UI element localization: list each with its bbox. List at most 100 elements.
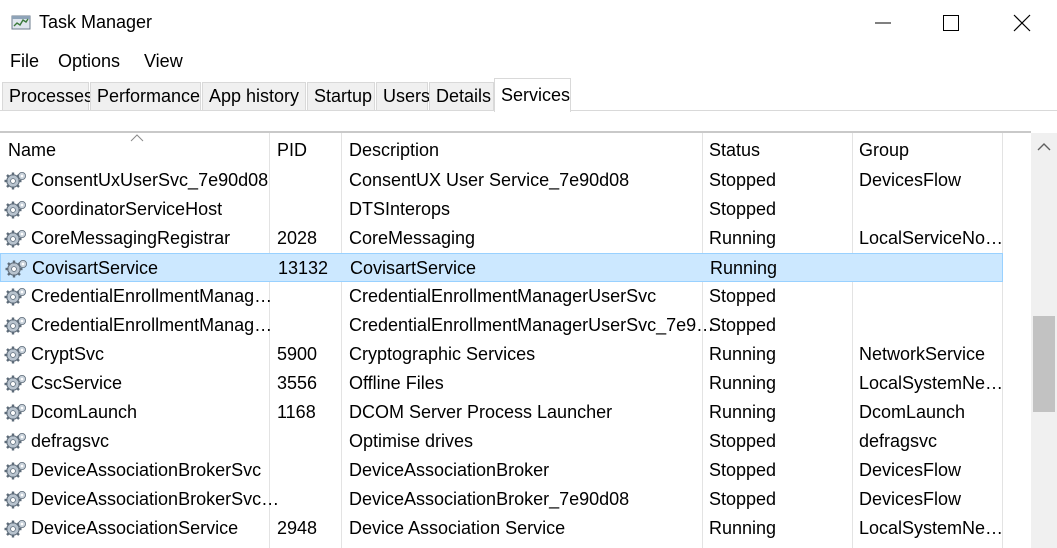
- scroll-up-icon[interactable]: [1037, 142, 1051, 152]
- service-gear-icon: [5, 257, 29, 279]
- service-gear-icon: [4, 517, 28, 539]
- service-status: Stopped: [709, 460, 777, 480]
- service-gear-icon: [4, 227, 28, 249]
- service-status: Stopped: [709, 489, 777, 509]
- service-row[interactable]: CoreMessagingRegistrar 2028 CoreMessaging R…: [0, 224, 1003, 253]
- service-name: DeviceAssociationService: [31, 518, 239, 538]
- column-header-description[interactable]: Description: [349, 140, 439, 161]
- minimize-button[interactable]: [848, 0, 918, 45]
- service-row[interactable]: CoordinatorServiceHost DTSInterops Stopped: [0, 195, 1003, 224]
- column-header-name[interactable]: Name: [8, 140, 56, 161]
- service-gear-icon: [4, 401, 28, 423]
- service-status: Stopped: [709, 315, 777, 335]
- service-status: Stopped: [709, 199, 777, 219]
- tab-details[interactable]: Details: [429, 82, 494, 110]
- tab-performance[interactable]: Performance: [90, 82, 201, 110]
- minimize-icon: [875, 22, 891, 24]
- column-header-status[interactable]: Status: [709, 140, 760, 161]
- service-name: CovisartService: [32, 258, 159, 278]
- service-row[interactable]: CredentialEnrollmentManag… CredentialEnro…: [0, 311, 1003, 340]
- service-status: Running: [709, 518, 777, 538]
- service-name: CscService: [31, 373, 123, 393]
- service-name: DeviceAssociationBrokerSvc…: [31, 489, 280, 509]
- service-group: LocalServiceNo…: [859, 228, 1004, 248]
- service-status: Running: [709, 344, 777, 364]
- service-pid: 1168: [277, 402, 316, 422]
- service-status: Running: [710, 258, 778, 278]
- service-group: DevicesFlow: [859, 170, 962, 190]
- maximize-icon: [943, 15, 959, 31]
- menu-bar: File Options View: [0, 46, 1057, 74]
- service-name: DcomLaunch: [31, 402, 138, 422]
- close-icon: [1013, 14, 1031, 32]
- service-row[interactable]: DeviceAssociationBrokerSvc… DeviceAssocia…: [0, 485, 1003, 514]
- tab-bar: Processes Performance App history Startu…: [0, 76, 1057, 112]
- service-gear-icon: [4, 488, 28, 510]
- service-status: Stopped: [709, 170, 777, 190]
- service-description: DeviceAssociationBroker_7e90d08: [349, 489, 630, 509]
- service-row[interactable]: DeviceAssociationService 2948 Device Assoc…: [0, 514, 1003, 543]
- menu-view[interactable]: View: [144, 51, 183, 72]
- maximize-button[interactable]: [916, 0, 986, 45]
- service-name: CoordinatorServiceHost: [31, 199, 223, 219]
- tab-processes[interactable]: Processes: [2, 82, 93, 110]
- service-row[interactable]: ConsentUxUserSvc_7e90d08 ConsentUX User S…: [0, 166, 1003, 195]
- service-gear-icon: [4, 314, 28, 336]
- service-description: Device Association Service: [349, 518, 566, 538]
- close-button[interactable]: [987, 0, 1057, 45]
- service-row[interactable]: DeviceAssociationBrokerSvc DeviceAssociat…: [0, 456, 1003, 485]
- service-name: defragsvc: [31, 431, 110, 451]
- service-description: CovisartService: [350, 258, 477, 278]
- column-header-group[interactable]: Group: [859, 140, 909, 161]
- tab-users[interactable]: Users: [376, 82, 430, 110]
- service-group: DcomLaunch: [859, 402, 966, 422]
- service-description: Optimise drives: [349, 431, 474, 451]
- task-manager-icon: [11, 15, 31, 30]
- service-description: DCOM Server Process Launcher: [349, 402, 613, 422]
- service-status: Stopped: [709, 286, 777, 306]
- service-row[interactable]: CscService 3556 Offline Files Running LocalS…: [0, 369, 1003, 398]
- service-group: NetworkService: [859, 344, 986, 364]
- service-description: DeviceAssociationBroker: [349, 460, 550, 480]
- service-group: LocalSystemNe…: [859, 373, 1004, 393]
- service-name: CredentialEnrollmentManag…: [31, 315, 273, 335]
- service-name: ConsentUxUserSvc_7e90d08: [31, 170, 269, 190]
- service-gear-icon: [4, 198, 28, 220]
- service-pid: 5900: [277, 344, 318, 364]
- service-description: ConsentUX User Service_7e90d08: [349, 170, 630, 190]
- window-title: Task Manager: [39, 12, 153, 32]
- service-group: defragsvc: [859, 431, 938, 451]
- service-gear-icon: [4, 430, 28, 452]
- service-row[interactable]: DcomLaunch 1168 DCOM Server Process Launch…: [0, 398, 1003, 427]
- service-row[interactable]: CovisartService 13132 CovisartService Runni…: [0, 253, 1003, 282]
- menu-options[interactable]: Options: [58, 51, 120, 72]
- service-status: Running: [709, 228, 777, 248]
- service-row[interactable]: CredentialEnrollmentManag… CredentialEnro…: [0, 282, 1003, 311]
- tab-startup[interactable]: Startup: [307, 82, 375, 110]
- menu-file[interactable]: File: [10, 51, 39, 72]
- service-description: CoreMessaging: [349, 228, 476, 248]
- tab-services[interactable]: Services: [494, 78, 571, 112]
- tab-app-history[interactable]: App history: [202, 82, 306, 110]
- service-name: CryptSvc: [31, 344, 105, 364]
- service-pid: 3556: [277, 373, 318, 393]
- service-gear-icon: [4, 169, 28, 191]
- service-group: DevicesFlow: [859, 489, 962, 509]
- service-row[interactable]: CryptSvc 5900 Cryptographic Services Runnin…: [0, 340, 1003, 369]
- service-group: DevicesFlow: [859, 460, 962, 480]
- service-status: Stopped: [709, 431, 777, 451]
- scrollbar-thumb[interactable]: [1033, 316, 1055, 412]
- service-description: Cryptographic Services: [349, 344, 536, 364]
- service-name: CoreMessagingRegistrar: [31, 228, 231, 248]
- column-header-pid[interactable]: PID: [277, 140, 307, 161]
- service-row[interactable]: defragsvc Optimise drives Stopped defragsvc: [0, 427, 1003, 456]
- service-gear-icon: [4, 459, 28, 481]
- service-pid: 2948: [277, 518, 318, 538]
- title-bar[interactable]: Task Manager: [0, 0, 1057, 45]
- service-status: Running: [709, 373, 777, 393]
- service-description: CredentialEnrollmentManagerUserSvc_7e9…: [349, 315, 715, 335]
- sort-ascending-icon: [130, 134, 144, 142]
- service-name: CredentialEnrollmentManag…: [31, 286, 273, 306]
- service-group: LocalSystemNe…: [859, 518, 1004, 538]
- service-description: DTSInterops: [349, 199, 451, 219]
